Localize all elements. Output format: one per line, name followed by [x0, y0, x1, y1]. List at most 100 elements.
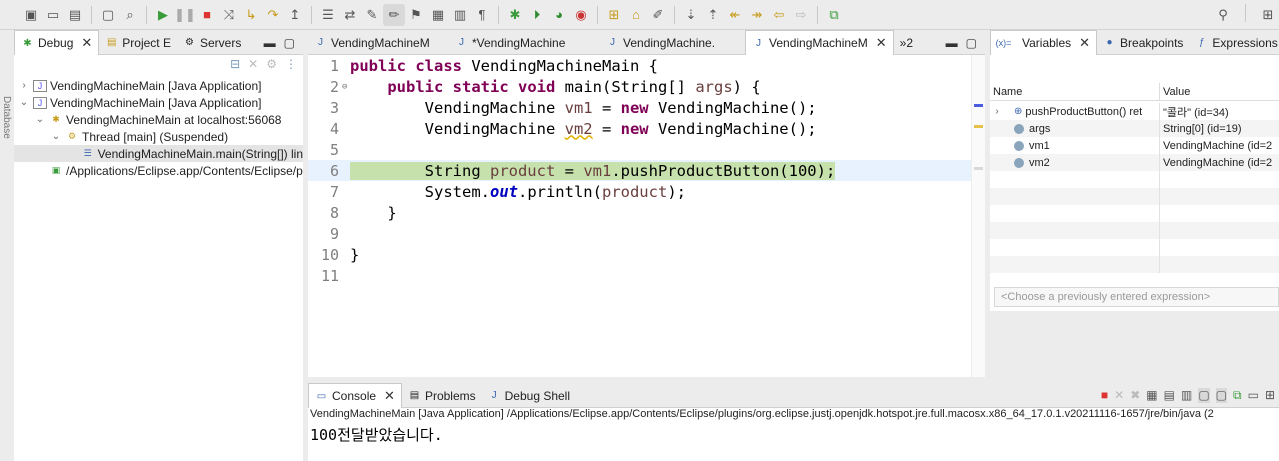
toggle-icon[interactable]: ⚑ — [405, 4, 427, 26]
last-edit-icon[interactable]: ↞ — [724, 4, 746, 26]
editor-tab[interactable]: J *VendingMachine — [449, 31, 600, 55]
column-header-name[interactable]: Name — [990, 83, 1160, 100]
editor-tab-active[interactable]: J VendingMachineM ✕ — [745, 30, 894, 55]
database-side-label[interactable]: Database — [0, 96, 12, 156]
tab-expressions[interactable]: ƒ Expressions — [1189, 31, 1279, 55]
new-icon[interactable]: ▣ — [20, 4, 42, 26]
resume-icon[interactable]: ▶ — [152, 4, 174, 26]
maximize-icon[interactable]: ▢ — [284, 36, 295, 50]
column-header-value[interactable]: Value — [1160, 83, 1190, 100]
debug-marker-icon[interactable]: ✎ — [361, 4, 383, 26]
chevron-right-icon[interactable]: › — [990, 106, 1004, 117]
disconnect-icon[interactable]: ⤨ — [218, 4, 240, 26]
tab-project-explorer[interactable]: ▤ Project E — [99, 31, 177, 55]
open-type-icon[interactable]: ⊞ — [603, 4, 625, 26]
coverage-icon[interactable]: ◕ — [548, 4, 570, 26]
table-row[interactable]: args String[0] (id=19) — [990, 120, 1279, 137]
forward-edit-icon[interactable]: ↠ — [746, 4, 768, 26]
save-all-icon[interactable]: ▤ — [64, 4, 86, 26]
editor-tab[interactable]: J VendingMachine. — [600, 31, 745, 55]
chevron-down-icon[interactable]: ⌄ — [34, 114, 46, 125]
external-tools-icon[interactable]: ◉ — [570, 4, 592, 26]
terminate-icon[interactable]: ■ — [196, 4, 218, 26]
remove-terminated-icon[interactable]: ✕ — [248, 57, 258, 71]
open-console-icon[interactable]: ⊞ — [1265, 388, 1275, 403]
clear-console-icon[interactable]: ▦ — [1146, 388, 1157, 403]
perspective-icon[interactable]: ⊞ — [1257, 4, 1279, 26]
prev-annotation-icon[interactable]: ⇡ — [702, 4, 724, 26]
remove-launch-icon[interactable]: ✕ — [1114, 388, 1124, 403]
tab-console[interactable]: ▭ Console ✕ — [308, 383, 402, 408]
scroll-lock-icon[interactable]: ▤ — [1164, 388, 1175, 403]
table-row[interactable]: vm1 VendingMachine (id=2 — [990, 137, 1279, 154]
view-menu-icon[interactable]: ⋮ — [285, 57, 297, 71]
tree-row[interactable]: ⌄ J VendingMachineMain [Java Application… — [14, 94, 303, 111]
tab-servers[interactable]: ⚙ Servers — [177, 31, 247, 55]
editor-tab-overflow[interactable]: »2 — [894, 31, 919, 55]
tab-problems[interactable]: ▤ Problems — [402, 384, 482, 408]
ruler-marker[interactable] — [974, 104, 983, 107]
code-area[interactable]: 1 public class VendingMachineMain { 2 ⊖ … — [308, 55, 985, 377]
close-icon[interactable]: ✕ — [384, 388, 395, 404]
forward-icon[interactable]: ⇨ — [790, 4, 812, 26]
drop-frame-icon[interactable]: ☰ — [317, 4, 339, 26]
tree-row[interactable]: ⌄ ⚙ Thread [main] (Suspended) — [14, 128, 303, 145]
chevron-right-icon[interactable]: › — [18, 80, 30, 91]
debug-view-options-icon[interactable]: ⚙ — [266, 57, 277, 71]
console-output[interactable]: 100전달받았습니다. — [310, 424, 443, 445]
ruler-marker[interactable] — [974, 125, 983, 128]
monitor-icon[interactable]: ▢ — [97, 4, 119, 26]
chevron-down-icon[interactable]: ⌄ — [18, 97, 30, 108]
minimize-icon[interactable]: ▬ — [264, 36, 276, 50]
close-icon[interactable]: ✕ — [1079, 35, 1090, 51]
outline-icon[interactable]: ▥ — [449, 4, 471, 26]
tree-row-selected[interactable]: ☰ VendingMachineMain.main(String[]) lin — [14, 145, 303, 162]
expression-combo[interactable]: <Choose a previously entered expression> — [994, 287, 1279, 307]
suspend-icon[interactable]: ❚❚ — [174, 4, 196, 26]
minimize-icon[interactable]: ▬ — [946, 36, 958, 50]
block-selection-icon[interactable]: ▦ — [427, 4, 449, 26]
overview-ruler[interactable] — [971, 55, 985, 377]
tab-variables[interactable]: (x)= Variables ✕ — [990, 30, 1098, 55]
display-console-icon[interactable]: ▭ — [1248, 388, 1259, 403]
step-filter-icon[interactable]: ⇄ — [339, 4, 361, 26]
terminate-icon[interactable]: ■ — [1101, 388, 1108, 403]
tree-row[interactable]: › J VendingMachineMain [Java Application… — [14, 77, 303, 94]
run-icon[interactable]: ⏵ — [526, 4, 548, 26]
step-over-icon[interactable]: ↷ — [262, 4, 284, 26]
search-icon[interactable]: ⚲ — [1212, 4, 1234, 26]
expression-details-area[interactable] — [990, 311, 1279, 377]
word-wrap-icon[interactable]: ▥ — [1181, 388, 1192, 403]
close-icon[interactable]: ✕ — [876, 35, 887, 51]
show-stderr-icon[interactable]: ▢ — [1215, 388, 1228, 403]
close-icon[interactable]: ✕ — [81, 35, 92, 51]
back-icon[interactable]: ⇦ — [768, 4, 790, 26]
pin-console-icon[interactable]: ⧉ — [1233, 388, 1242, 403]
tab-debug[interactable]: ✱ Debug ✕ — [14, 30, 100, 55]
paragraph-icon[interactable]: ¶ — [471, 4, 493, 26]
table-row[interactable]: vm2 VendingMachine (id=2 — [990, 154, 1279, 171]
tree-row[interactable]: ⌄ ✱ VendingMachineMain at localhost:5606… — [14, 111, 303, 128]
highlight-icon[interactable]: ✏ — [383, 3, 405, 26]
maximize-icon[interactable]: ▢ — [966, 36, 977, 50]
fold-minus-icon[interactable]: ⊖ — [342, 82, 350, 92]
tab-breakpoints[interactable]: ● Breakpoints — [1097, 31, 1189, 55]
step-return-icon[interactable]: ↥ — [284, 4, 306, 26]
open-folder-icon[interactable]: ⌂ — [625, 4, 647, 26]
table-row[interactable]: › ⊕ pushProductButton() ret "콜라" (id=34) — [990, 103, 1279, 120]
remove-all-terminated-icon[interactable]: ✖ — [1130, 388, 1140, 403]
pin-editor-icon[interactable]: ⧉ — [823, 4, 845, 26]
chevron-down-icon[interactable]: ⌄ — [50, 131, 62, 142]
collapse-all-icon[interactable]: ⊟ — [230, 57, 240, 71]
task-icon[interactable]: ✐ — [647, 4, 669, 26]
tree-row[interactable]: ▣ /Applications/Eclipse.app/Contents/Ecl… — [14, 162, 303, 179]
ruler-marker[interactable] — [974, 167, 983, 170]
tab-debug-shell[interactable]: J Debug Shell — [482, 384, 576, 408]
debug-icon[interactable]: ✱ — [504, 4, 526, 26]
save-icon[interactable]: ▭ — [42, 4, 64, 26]
editor-tab[interactable]: J VendingMachineM — [308, 31, 449, 55]
next-annotation-icon[interactable]: ⇣ — [680, 4, 702, 26]
search-refs-icon[interactable]: ⌕ — [119, 4, 141, 26]
show-stdout-icon[interactable]: ▢ — [1198, 388, 1210, 403]
step-into-icon[interactable]: ↳ — [240, 4, 262, 26]
